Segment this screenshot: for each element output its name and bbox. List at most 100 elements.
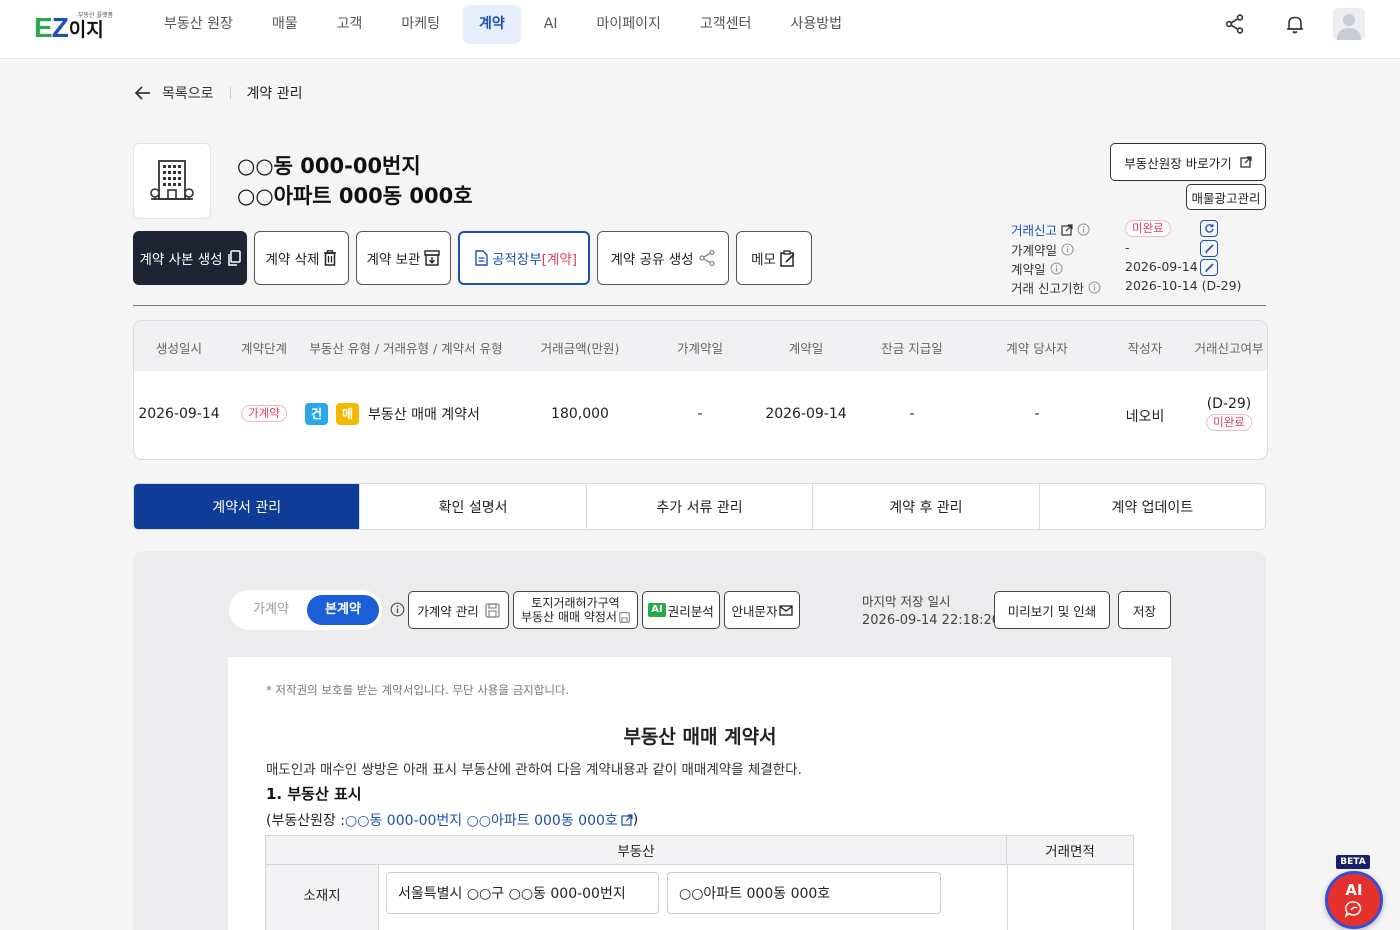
logo[interactable]: 부동산 플랫폼 EZ 이지 xyxy=(34,11,113,42)
menu-customers[interactable]: 고객 xyxy=(321,5,379,44)
rights-analysis-button[interactable]: AI 권리분석 xyxy=(642,591,720,629)
pre-contract-manage-button[interactable]: 가계약 관리 xyxy=(408,591,509,629)
refresh-icon[interactable] xyxy=(1200,220,1218,237)
trash-icon xyxy=(319,250,337,266)
copy-contract-button[interactable]: 계약 사본 생성 xyxy=(133,231,247,285)
deadline-dday: (D-29) xyxy=(1201,278,1242,293)
logo-ko: 이지 xyxy=(68,19,104,41)
pencil-icon[interactable] xyxy=(1200,240,1218,257)
mail-icon xyxy=(778,604,793,616)
report-label: 거래신고 xyxy=(1011,223,1058,238)
archive-contract-label: 계약 보관 xyxy=(366,252,421,268)
notice-sms-label: 안내문자 xyxy=(731,603,778,619)
tab-contract-update[interactable]: 계약 업데이트 xyxy=(1040,484,1265,529)
rights-analysis-label: 권리분석 xyxy=(667,603,714,619)
pre-contract-value: - xyxy=(1125,240,1130,255)
land-permit-line2: 부동산 매매 약정서 xyxy=(521,610,617,624)
th-pre-contract: 가계약일 xyxy=(676,341,724,356)
menu-listings[interactable]: 매물 xyxy=(256,5,314,44)
tab-extra-docs[interactable]: 추가 서류 관리 xyxy=(587,484,814,529)
menu-marketing[interactable]: 마케팅 xyxy=(385,5,456,44)
col-area: 거래면적 xyxy=(1007,836,1133,865)
copy-icon xyxy=(223,250,241,266)
pre-contract-label: 가계약일 xyxy=(1011,243,1058,258)
avatar[interactable] xyxy=(1333,8,1365,40)
cell-type: 건 매 부동산 매매 계약서 xyxy=(305,403,480,425)
address-line-1: ○○동 000-00번지 xyxy=(237,154,421,178)
menu-support[interactable]: 고객센터 xyxy=(684,5,768,44)
preview-print-button[interactable]: 미리보기 및 인쇄 xyxy=(994,591,1110,629)
th-stage: 계약단계 xyxy=(240,341,288,356)
report-row: 거래신고 미완료 xyxy=(1011,219,1241,238)
pre-contract-manage-label: 가계약 관리 xyxy=(417,603,479,619)
cell-writer: 네오비 xyxy=(1125,409,1165,425)
menu-mypage[interactable]: 마이페이지 xyxy=(581,5,677,44)
memo-button[interactable]: 메모 xyxy=(736,231,812,285)
contract-actions: 계약 사본 생성 계약 삭제 계약 보관 공적장부 [계약] 계약 공유 생성 메… xyxy=(133,231,819,285)
menu-ledger[interactable]: 부동산 원장 xyxy=(148,5,249,44)
cell-amount: 180,000 xyxy=(551,406,609,422)
th-amount: 거래금액(만원) xyxy=(540,341,620,356)
tab-contract-manage[interactable]: 계약서 관리 xyxy=(134,484,361,529)
public-registry-label: 공적장부 xyxy=(491,252,542,268)
delete-contract-button[interactable]: 계약 삭제 xyxy=(254,231,349,285)
th-contract: 계약일 xyxy=(788,341,824,356)
copyright-notice: * 저작권의 보호를 받는 계약서입니다. 무단 사용을 금지합니다. xyxy=(266,683,570,697)
th-party: 계약 당사자 xyxy=(1006,341,1068,356)
col-property: 부동산 xyxy=(266,836,1007,865)
last-saved-value: 2026-09-14 22:18:20 xyxy=(862,613,1001,628)
external-link-icon[interactable] xyxy=(621,814,633,826)
building-input[interactable]: ○○아파트 000동 000호 xyxy=(667,872,941,914)
public-registry-tag: [계약] xyxy=(541,252,578,268)
building-thumbnail xyxy=(133,143,211,219)
stage-badge: 가계약 xyxy=(241,405,287,422)
top-nav: 부동산 플랫폼 EZ 이지 부동산 원장 매물 고객 마케팅 계약 AI 마이페… xyxy=(0,0,1400,59)
menu-contract[interactable]: 계약 xyxy=(463,5,521,44)
last-saved: 마지막 저장 일시 2026-09-14 22:18:20 xyxy=(862,592,1000,630)
mode-main-contract[interactable]: 본계약 xyxy=(307,595,379,625)
breadcrumb-divider xyxy=(229,87,231,99)
tab-explanation[interactable]: 확인 설명서 xyxy=(360,484,587,529)
trade-type-chip: 매 xyxy=(336,403,359,425)
external-link-icon[interactable] xyxy=(1061,223,1073,236)
beta-badge: BETA xyxy=(1336,855,1370,869)
bell-icon[interactable] xyxy=(1284,13,1306,35)
save-button[interactable]: 저장 xyxy=(1118,591,1171,629)
property-title: ○○동 000-00번지 ○○아파트 000동 000호 xyxy=(237,151,473,211)
share-contract-button[interactable]: 계약 공유 생성 xyxy=(597,231,729,285)
tab-post-contract[interactable]: 계약 후 관리 xyxy=(813,484,1040,529)
menu-guide[interactable]: 사용방법 xyxy=(774,5,858,44)
pencil-icon[interactable] xyxy=(1200,259,1218,276)
notice-sms-button[interactable]: 안내문자 xyxy=(724,591,800,629)
public-registry-button[interactable]: 공적장부 [계약] xyxy=(458,231,590,285)
ledger-ref-link[interactable]: ○○동 000-00번지 ○○아파트 000동 000호 xyxy=(345,810,618,830)
row-location-label: 소재지 xyxy=(266,865,379,930)
mode-pre-contract[interactable]: 가계약 xyxy=(235,595,307,625)
cell-party: - xyxy=(1034,406,1040,422)
menu-ai[interactable]: AI xyxy=(528,5,574,44)
info-icon[interactable] xyxy=(390,602,405,617)
contract-mode-toggle: 가계약 본계약 xyxy=(229,590,382,630)
document-intro: 매도인과 매수인 쌍방은 아래 표시 부동산에 관하여 다음 계약내용과 같이 … xyxy=(266,762,802,778)
th-type: 부동산 유형 / 거래유형 / 계약서 유형 xyxy=(309,341,503,356)
ad-manage-button[interactable]: 매물광고관리 xyxy=(1186,184,1266,210)
address-line-2: ○○아파트 000동 000호 xyxy=(237,184,473,208)
share-contract-label: 계약 공유 생성 xyxy=(610,252,694,268)
share-icon[interactable] xyxy=(1224,13,1246,35)
ledger-reference: (부동산원장 : ○○동 000-00번지 ○○아파트 000동 000호 ) xyxy=(266,810,638,830)
contract-tabs: 계약서 관리 확인 설명서 추가 서류 관리 계약 후 관리 계약 업데이트 xyxy=(133,483,1266,530)
ledger-shortcut-button[interactable]: 부동산원장 바로가기 xyxy=(1110,143,1266,181)
location-input[interactable]: 서울특별시 ○○구 ○○동 000-00번지 xyxy=(386,872,659,914)
deadline-label: 거래 신고기한 xyxy=(1011,281,1084,296)
archive-contract-button[interactable]: 계약 보관 xyxy=(356,231,451,285)
ai-assistant-button[interactable]: AI xyxy=(1325,871,1383,929)
land-permit-line1: 토지거래허가구역 xyxy=(531,596,620,610)
th-report: 거래신고여부 xyxy=(1194,341,1264,356)
land-permit-button[interactable]: 토지거래허가구역 부동산 매매 약정서 xyxy=(513,591,638,629)
ai-fab-label: AI xyxy=(1345,881,1363,899)
column-divider xyxy=(1007,865,1008,930)
contract-date-label: 계약일 xyxy=(1011,262,1046,277)
back-to-list-link[interactable]: 목록으로 xyxy=(162,83,214,103)
deadline-value: 2026-10-14 xyxy=(1125,278,1198,293)
back-arrow-icon[interactable] xyxy=(134,85,152,101)
